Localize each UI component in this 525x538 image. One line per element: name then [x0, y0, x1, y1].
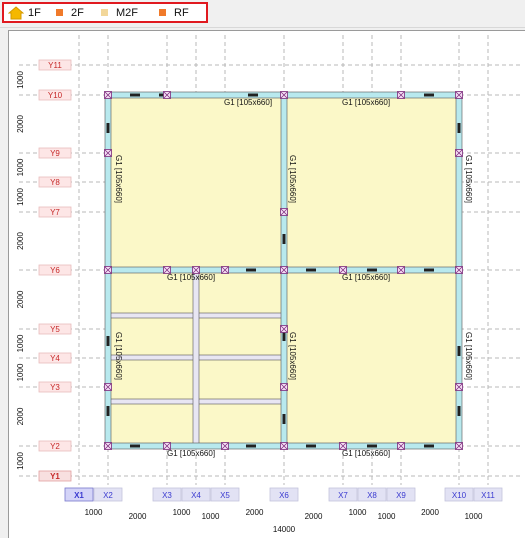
beam-label: G1 [105x660] — [224, 98, 272, 107]
x-spacing-label: 1000 — [378, 512, 396, 521]
y-spacing-label: 2000 — [16, 290, 25, 308]
x-spacing-label: 2000 — [129, 512, 147, 521]
wall-mark — [424, 444, 434, 448]
floor-tab-bar: 1F 2F M2F RF — [0, 0, 525, 28]
y-spacing-label: 1000 — [16, 363, 25, 381]
axis-tag-x3-label: X3 — [162, 491, 172, 500]
axis-tag-y8-label: Y8 — [50, 178, 60, 187]
wall-mark — [106, 123, 110, 133]
x-spacing-label: 1000 — [465, 512, 483, 521]
axis-tag-y1-label: Y1 — [50, 472, 60, 481]
axis-tag-x4-label: X4 — [191, 491, 201, 500]
tab-m2f[interactable]: M2F — [101, 6, 138, 21]
wall-mark — [106, 406, 110, 416]
wall-mark — [246, 268, 256, 272]
wall-mark — [457, 406, 461, 416]
wall-mark — [130, 444, 140, 448]
tab-1f[interactable]: 1F — [8, 6, 41, 21]
wall-mark — [248, 93, 258, 97]
wall-mark — [367, 268, 377, 272]
axis-tag-y6-label: Y6 — [50, 266, 60, 275]
home-icon — [8, 6, 24, 20]
tab-1f-label: 1F — [28, 7, 41, 19]
y-spacing-label: 1000 — [16, 158, 25, 176]
axis-tag-y3-label: Y3 — [50, 383, 60, 392]
y-spacing-label: 2000 — [16, 232, 25, 250]
x-spacing-label: 2000 — [421, 508, 439, 517]
floor-marker-icon — [56, 8, 63, 16]
structural-plan-canvas[interactable]: G1 [105x660] G1 [105x660] G1 [105x660] G1 [… — [8, 30, 525, 538]
floor-tabs-highlight: 1F 2F M2F RF — [2, 2, 208, 23]
wall-mark — [424, 268, 434, 272]
axis-tag-x11-label: X11 — [481, 491, 495, 500]
axis-tag-x2-label: X2 — [103, 491, 113, 500]
axis-tag-y2-label: Y2 — [50, 442, 60, 451]
wall-mark — [306, 268, 316, 272]
axis-tag-y5-label: Y5 — [50, 325, 60, 334]
wall-mark — [282, 414, 286, 424]
x-spacing-label: 1000 — [202, 512, 220, 521]
wall-mark — [457, 123, 461, 133]
beam-label: G1 [105x660] — [114, 155, 123, 203]
slab-panel — [284, 270, 459, 446]
wall-mark — [282, 234, 286, 244]
beam-label: G1 [105x660] — [167, 449, 215, 458]
x-spacing-label: 2000 — [305, 512, 323, 521]
beam-label: G1 [105x660] — [342, 449, 390, 458]
beam-label: G1 [105x660] — [342, 273, 390, 282]
tab-2f-label: 2F — [71, 7, 84, 19]
axis-tag-x9-label: X9 — [396, 491, 406, 500]
wall-mark — [130, 93, 140, 97]
tab-rf-label: RF — [174, 7, 189, 19]
wall-mark — [367, 444, 377, 448]
slab-panel — [284, 95, 459, 270]
beam-label: G1 [105x660] — [114, 332, 123, 380]
tab-rf[interactable]: RF — [159, 6, 189, 21]
axis-tag-y9-label: Y9 — [50, 149, 60, 158]
x-spacing-label: 1000 — [173, 508, 191, 517]
floor-marker-icon — [159, 8, 166, 16]
axis-tag-y11-label: Y11 — [48, 61, 62, 70]
floor-plan-drawing[interactable]: G1 [105x660] G1 [105x660] G1 [105x660] G1 [… — [9, 31, 525, 538]
wall-mark — [246, 444, 256, 448]
wall-mark — [457, 346, 461, 356]
y-spacing-label: 2000 — [16, 407, 25, 425]
axis-tag-y4-label: Y4 — [50, 354, 60, 363]
beam-label: G1 [105x660] — [288, 332, 297, 380]
beam-label: G1 [105x660] — [288, 155, 297, 203]
x-spacing-label: 2000 — [246, 508, 264, 517]
y-spacing-label: 1000 — [16, 188, 25, 206]
beam-label: G1 [105x660] — [167, 273, 215, 282]
axis-tag-x8-label: X8 — [367, 491, 377, 500]
wall-mark — [306, 444, 316, 448]
beam-label: G1 [105x660] — [464, 155, 473, 203]
wall-mark — [424, 93, 434, 97]
x-spacing-label: 1000 — [85, 508, 103, 517]
x-spacing-label: 1000 — [349, 508, 367, 517]
axis-tag-y7-label: Y7 — [50, 208, 60, 217]
floor-marker-icon — [101, 8, 108, 16]
axis-tag-x10-label: X10 — [452, 491, 467, 500]
axis-tag-x1-label: X1 — [74, 491, 84, 500]
tab-2f[interactable]: 2F — [56, 6, 84, 21]
x-total-label: 14000 — [273, 525, 296, 534]
axis-tag-x6-label: X6 — [279, 491, 289, 500]
y-spacing-label: 2000 — [16, 115, 25, 133]
y-spacing-label: 1000 — [16, 71, 25, 89]
slab-panel — [108, 95, 284, 270]
axis-tag-x5-label: X5 — [220, 491, 230, 500]
beam-label: G1 [105x660] — [464, 332, 473, 380]
axis-tag-x7-label: X7 — [338, 491, 348, 500]
secondary-beam — [192, 269, 200, 447]
tab-m2f-label: M2F — [116, 7, 138, 19]
y-spacing-label: 1000 — [16, 452, 25, 470]
wall-mark — [106, 336, 110, 346]
axis-tag-y10-label: Y10 — [48, 91, 63, 100]
beam-label: G1 [105x660] — [342, 98, 390, 107]
y-spacing-label: 1000 — [16, 334, 25, 352]
